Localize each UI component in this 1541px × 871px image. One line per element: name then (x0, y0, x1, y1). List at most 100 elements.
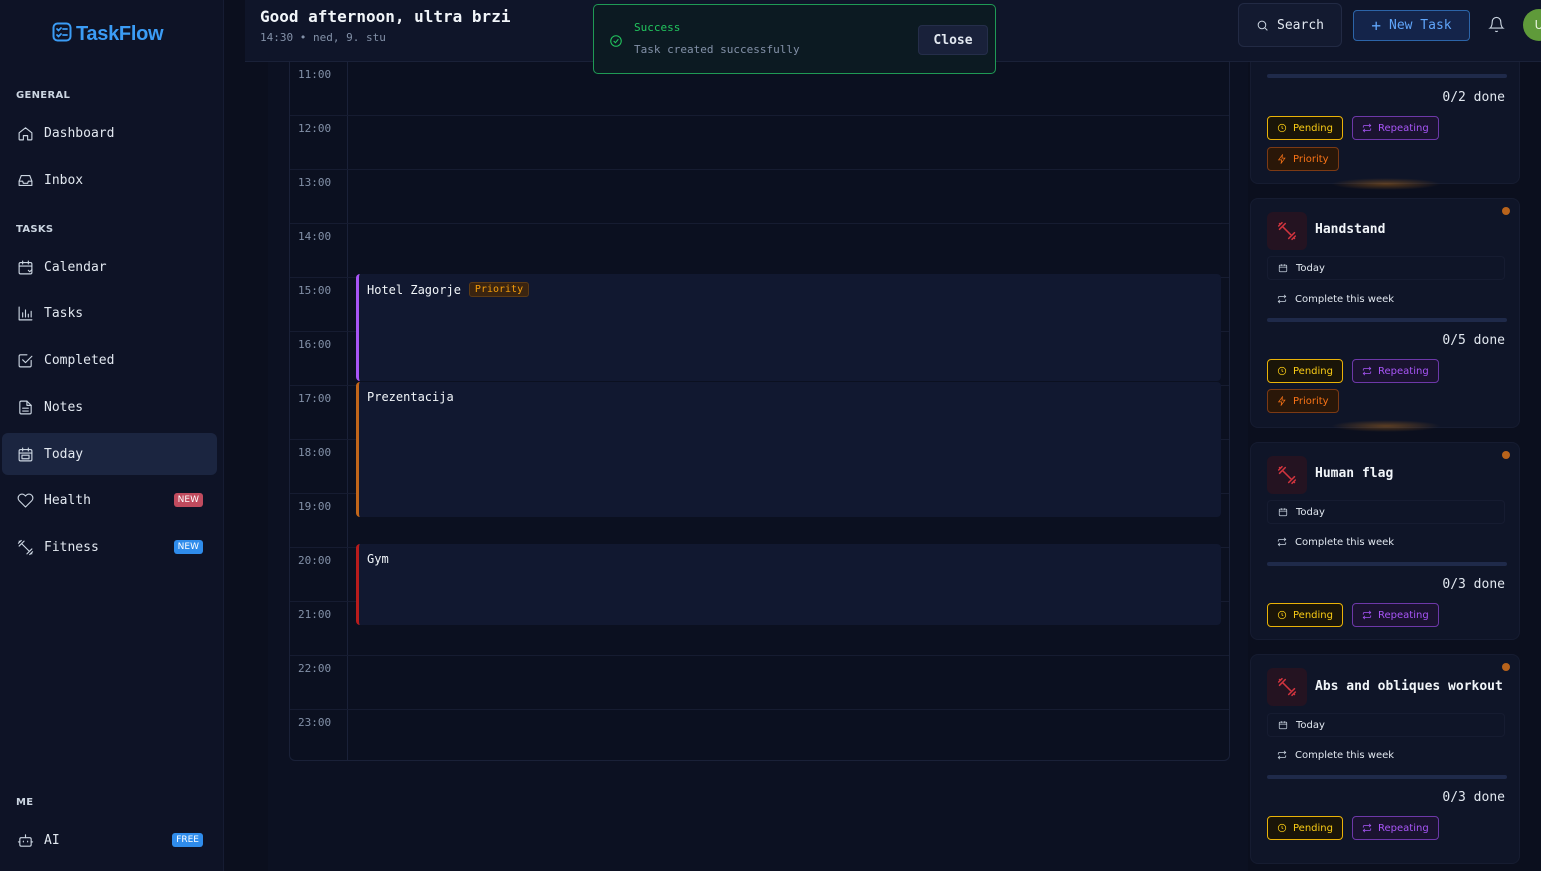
section-general-label: GENERAL (16, 90, 71, 101)
new-badge: NEW (173, 540, 203, 554)
event-title-row: Gym (367, 552, 389, 566)
sidebar-item-completed[interactable]: Completed (2, 339, 217, 381)
calendar-icon (16, 258, 34, 276)
section-tasks-label: TASKS (16, 224, 54, 235)
repeating-tag[interactable]: Repeating (1352, 816, 1439, 840)
repeat-icon (1362, 610, 1372, 620)
card-glow (1331, 178, 1441, 190)
hour-label: 15:00 (298, 284, 332, 297)
calendar-event[interactable]: Gym (356, 544, 1221, 625)
hour-label: 19:00 (298, 500, 332, 513)
hour-label: 17:00 (298, 392, 332, 405)
progress-bar (1267, 318, 1507, 322)
bar-chart-icon (16, 304, 34, 322)
notifications-button[interactable] (1488, 16, 1506, 34)
today-chip: Today (1267, 256, 1505, 280)
repeat-icon (1362, 123, 1372, 133)
repeat-chip: Complete this week (1267, 743, 1404, 767)
progress-count: 0/3 done (1442, 577, 1505, 592)
calendar-event[interactable]: Hotel Zagorje Priority (356, 274, 1221, 381)
pending-tag[interactable]: Pending (1267, 359, 1343, 383)
bolt-icon (1277, 396, 1286, 406)
tag-label: Pending (1293, 122, 1333, 134)
progress-count: 0/5 done (1442, 333, 1505, 348)
sidebar-item-calendar[interactable]: Calendar (2, 246, 217, 288)
sidebar-item-notes[interactable]: Notes (2, 386, 217, 428)
sidebar-item-label: Tasks (44, 305, 84, 321)
event-title: Gym (367, 552, 389, 566)
hour-row[interactable]: 23:00 (290, 710, 1229, 760)
fitness-task-icon (1267, 668, 1307, 706)
tag-label: Repeating (1378, 822, 1429, 834)
today-chip: Today (1267, 500, 1505, 524)
file-text-icon (16, 398, 34, 416)
repeat-small-icon (1277, 294, 1287, 304)
repeating-tag[interactable]: Repeating (1352, 116, 1439, 140)
toast-message: Task created successfully (634, 43, 800, 56)
sidebar-item-inbox[interactable]: Inbox (2, 159, 217, 201)
chip-label: Complete this week (1295, 536, 1395, 548)
hour-label: 14:00 (298, 230, 332, 243)
pending-tag[interactable]: Pending (1267, 603, 1343, 627)
task-card[interactable]: Abs and obliques workout Today Complete … (1250, 654, 1520, 864)
sidebar-item-tasks[interactable]: Tasks (2, 292, 217, 334)
task-card[interactable]: 0/2 done Pending Repeating Priority (1250, 62, 1520, 190)
repeat-chip: Complete this week (1267, 287, 1404, 311)
repeating-tag[interactable]: Repeating (1352, 603, 1439, 627)
sidebar-item-label: Calendar (44, 259, 107, 275)
sidebar-item-label: Fitness (44, 539, 99, 555)
today-chip: Today (1267, 713, 1505, 737)
logo[interactable]: TaskFlow (52, 22, 164, 46)
sidebar-item-today[interactable]: Today (2, 433, 217, 475)
hour-row[interactable]: 22:00 (290, 656, 1229, 710)
hour-row[interactable]: 12:00 (290, 116, 1229, 170)
hour-row[interactable]: 13:00 (290, 170, 1229, 224)
event-title: Prezentacija (367, 390, 454, 404)
sidebar-item-fitness[interactable]: Fitness NEW (2, 526, 217, 568)
event-title-row: Hotel Zagorje Priority (367, 282, 530, 297)
tag-label: Repeating (1378, 365, 1429, 377)
task-title: Abs and obliques workout (1315, 679, 1503, 694)
repeat-chip: Complete this week (1267, 530, 1404, 554)
fitness-task-icon (1267, 456, 1307, 494)
sidebar-item-label: Notes (44, 399, 84, 415)
calendar-small-icon (1278, 508, 1288, 517)
toast-close-button[interactable]: Close (918, 25, 988, 55)
task-card[interactable]: Human flag Today Complete this week 0/3 … (1250, 442, 1520, 640)
sidebar-item-label: Health (44, 492, 91, 508)
app-name: TaskFlow (76, 22, 164, 45)
hour-label: 12:00 (298, 122, 332, 135)
new-task-button[interactable]: + New Task (1353, 10, 1470, 41)
calendar-small-icon (1278, 264, 1288, 273)
sidebar-item-ai[interactable]: AI FREE (2, 819, 217, 861)
task-title: Human flag (1315, 466, 1394, 481)
hour-label: 16:00 (298, 338, 332, 351)
progress-count: 0/2 done (1442, 90, 1505, 105)
fitness-task-icon (1267, 212, 1307, 250)
progress-bar (1267, 74, 1507, 78)
calendar-event[interactable]: Prezentacija (356, 382, 1221, 517)
tag-label: Pending (1293, 609, 1333, 621)
priority-tag[interactable]: Priority (1267, 147, 1339, 171)
status-dot (1502, 451, 1510, 459)
chip-label: Today (1296, 719, 1325, 731)
plus-icon: + (1371, 15, 1381, 35)
sidebar-item-health[interactable]: Health NEW (2, 479, 217, 521)
robot-icon (16, 831, 34, 849)
hour-label: 20:00 (298, 554, 332, 567)
search-button[interactable]: Search (1238, 3, 1342, 47)
inbox-icon (16, 171, 34, 189)
priority-tag[interactable]: Priority (1267, 389, 1339, 413)
check-circle-icon (609, 33, 623, 47)
chip-label: Today (1296, 506, 1325, 518)
repeating-tag[interactable]: Repeating (1352, 359, 1439, 383)
pending-tag[interactable]: Pending (1267, 816, 1343, 840)
chip-label: Complete this week (1295, 293, 1395, 305)
hour-row[interactable]: 14:00 (290, 224, 1229, 278)
check-square-icon (16, 351, 34, 369)
task-card[interactable]: Handstand Today Complete this week 0/5 d… (1250, 198, 1520, 432)
pending-tag[interactable]: Pending (1267, 116, 1343, 140)
sidebar-item-label: Dashboard (44, 125, 115, 141)
avatar[interactable]: U (1523, 9, 1541, 41)
sidebar-item-dashboard[interactable]: Dashboard (2, 112, 217, 154)
